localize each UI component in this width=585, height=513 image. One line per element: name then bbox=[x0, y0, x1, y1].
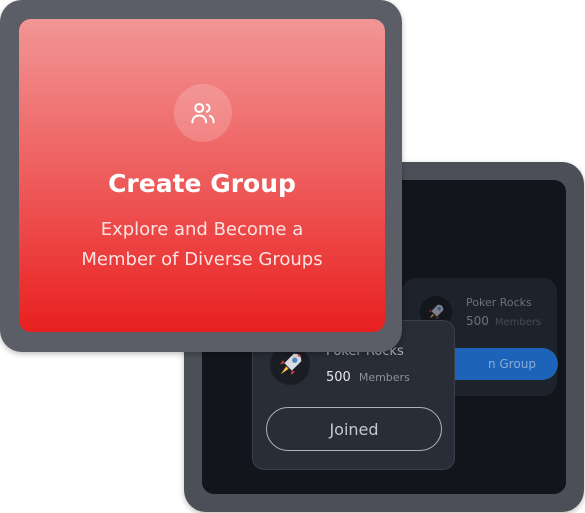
create-group-panel: Create Group Explore and Become a Member… bbox=[0, 0, 402, 352]
join-group-button[interactable]: n Group bbox=[438, 348, 558, 380]
background-count-value: 500 bbox=[466, 314, 489, 328]
create-group-card[interactable]: Create Group Explore and Become a Member… bbox=[19, 19, 385, 332]
create-group-title: Create Group bbox=[108, 169, 296, 198]
background-member-count: 500 Members bbox=[466, 314, 541, 328]
create-group-subtitle: Explore and Become a Member of Diverse G… bbox=[19, 215, 385, 275]
member-count-value: 500 bbox=[326, 370, 351, 385]
background-count-label: Members bbox=[494, 317, 542, 328]
background-group-name: Poker Rocks bbox=[466, 296, 532, 309]
users-icon bbox=[174, 84, 232, 142]
subtitle-line-2: Member of Diverse Groups bbox=[81, 249, 323, 270]
joined-button[interactable]: Joined bbox=[266, 407, 442, 451]
member-count: 500 Members bbox=[326, 366, 410, 385]
member-count-label: Members bbox=[358, 371, 410, 384]
subtitle-line-1: Explore and Become a bbox=[100, 219, 304, 240]
